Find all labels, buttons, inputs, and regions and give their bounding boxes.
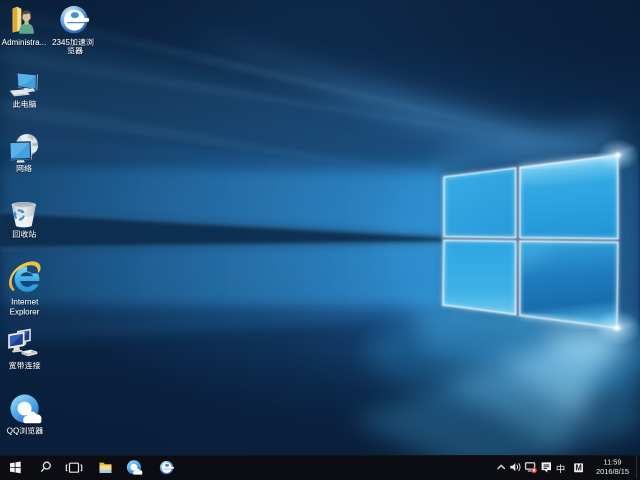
svg-text:2345: 2345: [52, 38, 70, 47]
svg-text:QQ: QQ: [7, 427, 19, 436]
svg-text:11:59: 11:59: [604, 458, 622, 467]
svg-text:Internet: Internet: [11, 298, 39, 307]
svg-text:2016/8/15: 2016/8/15: [596, 467, 629, 476]
svg-text:Explorer: Explorer: [10, 307, 40, 316]
svg-text:Administra...: Administra...: [2, 38, 46, 47]
svg-text:M: M: [575, 463, 582, 472]
